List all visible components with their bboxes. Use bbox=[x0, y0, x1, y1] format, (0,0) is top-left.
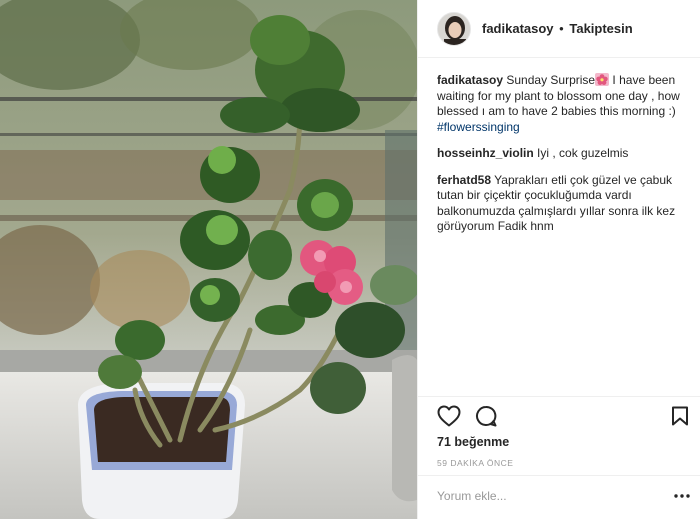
ellipsis-icon[interactable] bbox=[674, 494, 690, 498]
comment-input[interactable] bbox=[437, 486, 667, 506]
post-photo[interactable] bbox=[0, 0, 417, 519]
comment-username[interactable]: ferhatd58 bbox=[437, 173, 491, 187]
caption-text-before: Sunday Surprise bbox=[506, 73, 596, 87]
plant-photo-image bbox=[0, 0, 417, 519]
bookmark-icon[interactable] bbox=[671, 406, 689, 426]
caption: fadikatasoy Sunday Surprise I have been … bbox=[437, 73, 690, 135]
header-username[interactable]: fadikatasoy bbox=[482, 21, 554, 36]
caption-hashtag[interactable]: #flowerssinging bbox=[437, 120, 520, 134]
comment-item: ferhatd58 Yaprakları etli çok güzel ve ç… bbox=[437, 173, 690, 235]
comment-username[interactable]: hosseinhz_violin bbox=[437, 146, 534, 160]
heart-icon[interactable] bbox=[437, 405, 461, 427]
add-comment-section bbox=[418, 475, 700, 515]
post-actions: 71 beğenme 59 DAKİKA ÖNCE bbox=[418, 396, 700, 511]
speech-bubble-icon[interactable] bbox=[475, 405, 497, 427]
post-details-panel: fadikatasoy • Takiptesin fadikatasoy Sun… bbox=[417, 0, 700, 519]
comments-list: fadikatasoy Sunday Surprise I have been … bbox=[437, 73, 690, 391]
comment-item: hosseinhz_violin Iyi , cok guzelmis bbox=[437, 146, 690, 162]
header-separator: • bbox=[559, 21, 564, 36]
caption-username[interactable]: fadikatasoy bbox=[437, 73, 503, 87]
post-timestamp[interactable]: 59 DAKİKA ÖNCE bbox=[437, 458, 513, 468]
pink-flower-emoji-icon bbox=[595, 73, 610, 86]
avatar[interactable] bbox=[437, 12, 471, 46]
post-header: fadikatasoy • Takiptesin bbox=[418, 0, 700, 58]
following-status[interactable]: Takiptesin bbox=[569, 21, 632, 36]
likes-count[interactable]: 71 beğenme bbox=[437, 435, 509, 449]
comment-text: Iyi , cok guzelmis bbox=[537, 146, 629, 160]
avatar-image bbox=[438, 13, 470, 45]
